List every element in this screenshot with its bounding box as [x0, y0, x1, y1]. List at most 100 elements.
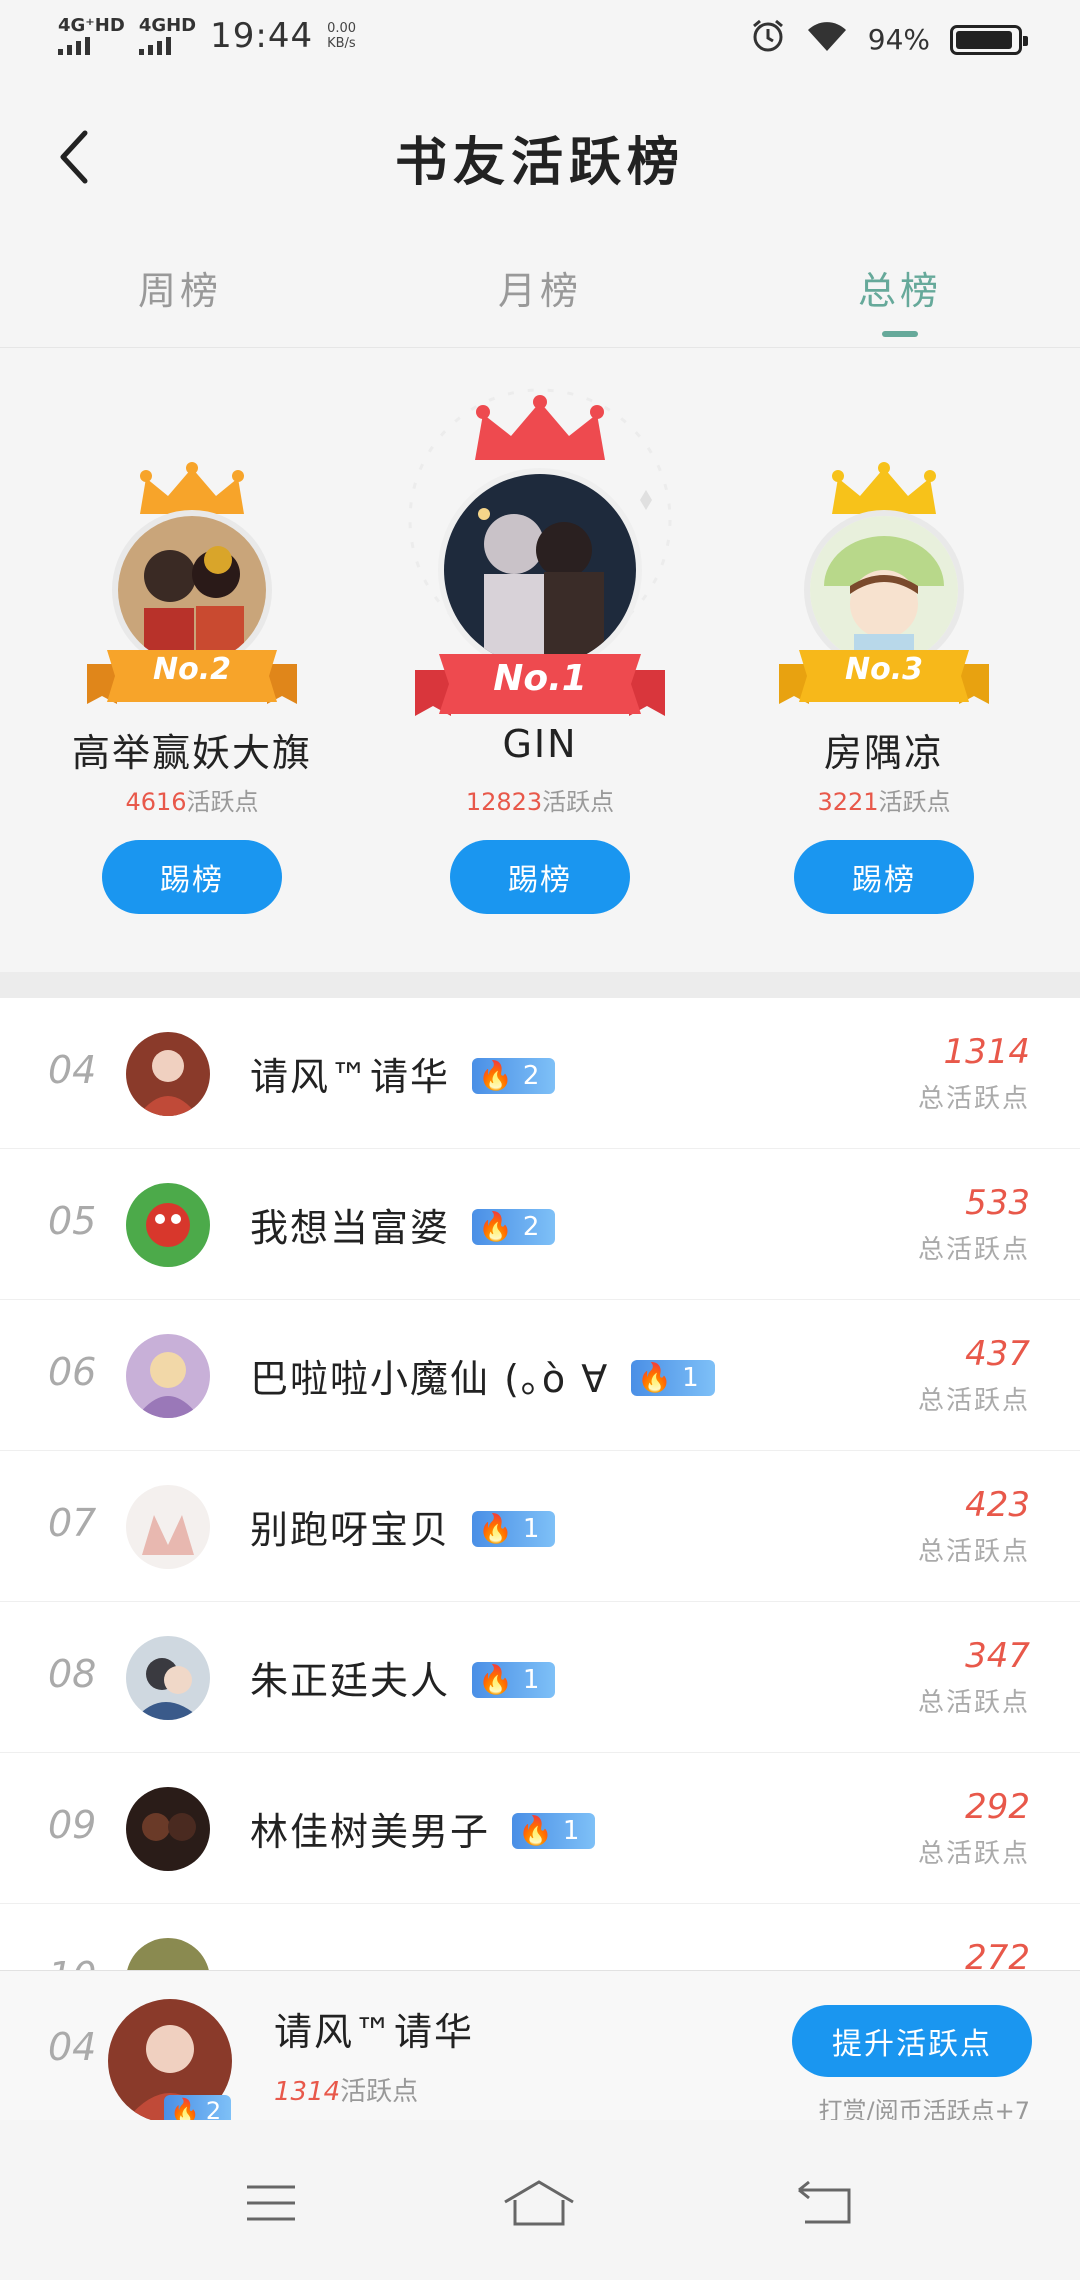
rank-number: 10	[48, 1954, 96, 1970]
network-label-1: 4G⁺HD	[58, 15, 125, 36]
rank-number: 08	[48, 1652, 97, 1696]
podium-second: No.2 高举赢妖大旗 4616活跃点 踢榜	[72, 350, 310, 970]
back-nav-button[interactable]	[780, 2168, 870, 2238]
podium-score: 12823活跃点	[370, 782, 710, 817]
user-name: 朱正廷夫人 🔥 1	[250, 1650, 556, 1705]
list-item[interactable]: 04 请风™请华 🔥 2 1314 总活跃点	[0, 998, 1080, 1149]
avatar[interactable]	[126, 1636, 210, 1720]
list-item[interactable]: 07 别跑呀宝贝 🔥 1 423 总活跃点	[0, 1451, 1080, 1602]
level-badge: 🔥 1	[472, 1661, 556, 1698]
user-name-text: 请风™请华	[250, 1055, 451, 1099]
status-left: 4G⁺HD 4GHD 19:44 0.00 KB/s	[58, 16, 356, 56]
score-value: 533	[965, 1183, 1030, 1223]
tab-active-indicator	[882, 331, 918, 337]
net-speed: 0.00 KB/s	[327, 21, 356, 51]
header: 书友活跃榜	[0, 80, 1080, 230]
user-name: 别跑呀宝贝 🔥 1	[250, 1499, 556, 1554]
user-name: 林佳树美男子 🔥 1	[250, 1801, 596, 1856]
avatar[interactable]	[126, 1485, 210, 1569]
signal-2: 4GHD	[138, 17, 196, 55]
rank-number: 04	[48, 1048, 97, 1092]
score-label: 总活跃点	[917, 1235, 1030, 1265]
boost-activity-button[interactable]: 提升活跃点	[792, 2005, 1032, 2077]
rank-number: 05	[48, 1199, 97, 1243]
score-value: 4616	[125, 788, 187, 816]
score-label: 总活跃点	[917, 1839, 1030, 1869]
score-unit: 活跃点	[340, 2077, 419, 2107]
level-badge: 🔥 2	[472, 1208, 556, 1245]
avatar[interactable]	[126, 1787, 210, 1871]
score-unit: 活跃点	[542, 788, 615, 816]
score-label: 总活跃点	[917, 1688, 1030, 1718]
avatar[interactable]	[126, 1938, 210, 1970]
podium: No.2 高举赢妖大旗 4616活跃点 踢榜 No.1 GIN 12823活跃点…	[0, 350, 1080, 970]
level-badge: 🔥 1	[512, 1812, 596, 1849]
signal-bars-icon	[58, 35, 125, 55]
kick-button[interactable]: 踢榜	[102, 840, 282, 914]
level-value: 1	[682, 1362, 701, 1393]
kick-button[interactable]: 踢榜	[794, 840, 974, 914]
home-button[interactable]	[494, 2168, 584, 2238]
score-label: 总活跃点	[917, 1084, 1030, 1114]
tab-label: 周榜	[137, 269, 222, 313]
flame-icon: 🔥	[637, 1361, 675, 1394]
back-icon	[798, 2180, 851, 2224]
avatar[interactable]	[126, 1183, 210, 1267]
my-score: 1314活跃点	[274, 2071, 418, 2108]
net-speed-value: 0.00	[327, 21, 357, 36]
kick-button[interactable]: 踢榜	[450, 840, 630, 914]
level-value: 1	[522, 1513, 542, 1544]
menu-button[interactable]	[226, 2168, 316, 2238]
crown-icon	[475, 395, 605, 460]
divider	[0, 972, 1080, 998]
my-rank-bar: 04 🔥 2 请风™请华 1314活跃点 提升活跃点 打赏/阅币活跃点+7	[0, 1970, 1080, 2127]
score-value: 423	[965, 1485, 1030, 1525]
score-unit: 活跃点	[878, 788, 951, 816]
alarm-icon	[750, 18, 786, 61]
podium-third: No.3 房隅凉 3221活跃点 踢榜	[779, 350, 989, 970]
podium-name: 高举赢妖大旗	[71, 731, 312, 775]
tab-total[interactable]: 总榜	[720, 230, 1080, 347]
list-item[interactable]: 05 我想当富婆 🔥 2 533 总活跃点	[0, 1149, 1080, 1300]
tab-weekly[interactable]: 周榜	[0, 230, 360, 347]
menu-icon	[247, 2185, 295, 2221]
user-name: 巴啦啦小魔仙 (｡ò ∀ 🔥 1	[250, 1348, 715, 1403]
avatar[interactable]	[438, 468, 642, 672]
signal-1: 4G⁺HD	[58, 17, 125, 55]
signal-bars-icon	[138, 35, 196, 55]
level-value: 1	[562, 1815, 582, 1846]
status-bar: 4G⁺HD 4GHD 19:44 0.00 KB/s 94%	[0, 0, 1080, 80]
rank-number: 04	[48, 2025, 97, 2069]
tab-monthly[interactable]: 月榜	[360, 230, 720, 347]
net-speed-unit: KB/s	[327, 36, 356, 51]
avatar[interactable]	[126, 1032, 210, 1116]
list-item[interactable]: 09 林佳树美男子 🔥 1 292 总活跃点	[0, 1753, 1080, 1904]
user-name-text: 别跑呀宝贝	[250, 1508, 451, 1552]
user-name: 我想当富婆 🔥 2	[250, 1197, 556, 1252]
clock: 19:44	[210, 16, 314, 56]
system-nav-bar	[0, 2120, 1080, 2280]
list-item[interactable]: 10 272	[0, 1904, 1080, 1970]
level-badge: 🔥 2	[472, 1057, 556, 1094]
rank-label: No.3	[845, 652, 923, 687]
podium-score: 4616活跃点	[32, 782, 352, 817]
rank-number: 06	[48, 1350, 97, 1394]
tab-label: 总榜	[857, 269, 942, 313]
tab-label: 月榜	[497, 269, 582, 313]
list-item[interactable]: 08 朱正廷夫人 🔥 1 347 总活跃点	[0, 1602, 1080, 1753]
avatar[interactable]	[126, 1334, 210, 1418]
rank-number: 07	[48, 1501, 97, 1545]
list-item[interactable]: 06 巴啦啦小魔仙 (｡ò ∀ 🔥 1 437 总活跃点	[0, 1300, 1080, 1451]
flame-icon: 🔥	[478, 1663, 515, 1696]
user-name-text: 我想当富婆	[250, 1206, 451, 1250]
flame-icon: 🔥	[518, 1814, 555, 1847]
battery-percent: 94%	[867, 23, 930, 56]
battery-icon	[950, 24, 1028, 55]
tab-bar: 周榜 月榜 总榜	[0, 230, 1080, 348]
podium-first: No.1 GIN 12823活跃点 踢榜	[408, 350, 672, 970]
level-badge: 🔥 1	[472, 1510, 556, 1547]
score-value: 347	[965, 1636, 1030, 1676]
flame-icon: 🔥	[478, 1512, 515, 1545]
score-value: 437	[965, 1334, 1030, 1374]
score-label: 总活跃点	[917, 1537, 1030, 1567]
